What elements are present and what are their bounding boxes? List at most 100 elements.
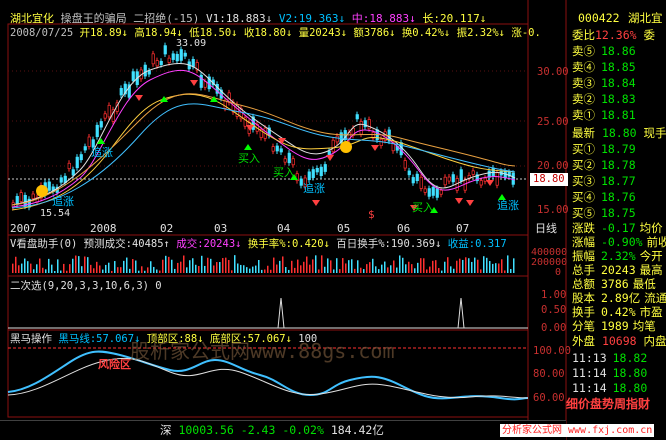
- side-row: 买④ 18.76: [572, 191, 636, 204]
- candle-body: [179, 49, 183, 61]
- indicator-name[interactable]: 操盘王的骗局: [61, 12, 127, 25]
- volume-bar: [219, 262, 221, 273]
- candle-body: [483, 177, 487, 182]
- volume-bar: [234, 255, 236, 273]
- volume-bar: [30, 263, 32, 273]
- volume-bar: [282, 256, 284, 273]
- candle-body: [407, 170, 411, 176]
- side-bottom-tabs[interactable]: 细价盘势周指财: [566, 398, 650, 411]
- volume-bar: [198, 266, 200, 273]
- volume-bar: [237, 263, 239, 273]
- vol-scale: 200000: [531, 257, 568, 268]
- volume-bar: [366, 264, 368, 273]
- candle-body: [163, 45, 167, 55]
- candle-body: [419, 176, 423, 189]
- volume-bar: [240, 264, 242, 273]
- volume-bar: [207, 257, 209, 273]
- quote-amount: 额3786↓: [353, 27, 396, 39]
- candle-body: [59, 177, 63, 183]
- candle-body: [463, 179, 467, 191]
- dollar-marker: $: [368, 208, 375, 221]
- volume-bar: [216, 262, 218, 273]
- volume-bar: [195, 264, 197, 273]
- volume-bar: [312, 259, 314, 273]
- volume-bar: [213, 265, 215, 273]
- volume-bar: [162, 259, 164, 273]
- candle-body: [99, 121, 103, 128]
- volume-bar: [267, 265, 269, 273]
- volume-bar: [126, 257, 128, 273]
- candle-body: [103, 113, 107, 119]
- stat-value: 3786: [601, 277, 629, 291]
- index-name[interactable]: 深: [160, 423, 172, 437]
- volume-bar: [513, 258, 515, 273]
- horse-title[interactable]: 黑马操作: [10, 333, 52, 345]
- signal-buy: 买入: [273, 166, 295, 179]
- volume-bar: [147, 267, 149, 273]
- stat-value: -0.90%: [601, 235, 643, 249]
- second-scale: 0.50: [541, 304, 567, 316]
- horse-scale: 80.00: [533, 368, 565, 380]
- quote-amplitude: 振2.32%↓: [456, 27, 506, 39]
- stock-name[interactable]: 湖北宜化: [10, 12, 54, 25]
- volume-bar: [351, 259, 353, 273]
- volume-bar: [441, 270, 443, 273]
- side-row: 买② 18.78: [572, 159, 636, 172]
- candle-body: [159, 60, 163, 65]
- volume-bar: [57, 259, 59, 273]
- volume-bar: [375, 266, 377, 273]
- side-watermark: 分析家公式网 www.fxj.com.cn: [500, 424, 655, 437]
- volume-bar: [330, 260, 332, 273]
- index-amount: 184.42亿: [330, 423, 384, 437]
- volume-bar: [12, 263, 14, 273]
- volume-title[interactable]: V看盘助手(0): [10, 238, 77, 250]
- volume-bar: [66, 270, 68, 273]
- candle-body: [79, 154, 83, 161]
- candle-body: [327, 150, 331, 155]
- stat-label: 涨幅: [572, 235, 595, 249]
- volume-bar: [360, 267, 362, 273]
- period-label[interactable]: 日线: [535, 222, 557, 235]
- volume-bar: [270, 269, 272, 273]
- stat-label: 总额: [572, 277, 595, 291]
- volume-bar: [225, 257, 227, 273]
- volume-bar: [252, 266, 254, 273]
- second-scale: 1.00: [541, 289, 567, 301]
- candle-body: [415, 173, 419, 182]
- candle-body: [431, 186, 435, 196]
- quote-close: 收18.80↓: [243, 27, 293, 39]
- sell-label: 卖③: [572, 76, 595, 90]
- side-row: 涨幅 -0.90% 前收: [572, 236, 666, 249]
- stock-code[interactable]: 000422: [578, 12, 620, 25]
- volume-bar: [87, 257, 89, 273]
- risk-zone-label: 风险区: [98, 358, 131, 371]
- candle-body: [291, 158, 295, 166]
- candle-body: [275, 145, 279, 152]
- stat-value: 2.32%: [601, 249, 636, 263]
- volume-bar: [303, 261, 305, 273]
- side-row: 卖② 18.83: [572, 93, 636, 106]
- volume-bar: [180, 261, 182, 273]
- buy-price: 18.79: [601, 142, 636, 156]
- volume-bar: [258, 260, 260, 273]
- side-stock-name[interactable]: 湖北宜: [628, 12, 663, 25]
- candle-body: [175, 53, 179, 62]
- volume-bar: [294, 267, 296, 273]
- volume-bar: [456, 260, 458, 273]
- volume-bar: [105, 264, 107, 273]
- stat-right: 今开: [639, 249, 663, 263]
- volume-bar: [117, 267, 119, 273]
- tick-time: 11:13: [572, 351, 607, 365]
- stat-value: 0.42%: [601, 305, 636, 319]
- volume-bar: [273, 257, 275, 273]
- volume-bar: [447, 257, 449, 273]
- quote-volume: 量20243↓: [298, 27, 348, 39]
- volume-bar: [381, 264, 383, 273]
- horse-scale: 100.00: [533, 345, 571, 357]
- second-panel-title[interactable]: 二次选(9,20,3,3,10,6,3) 0: [10, 280, 162, 293]
- x-label: 07: [456, 222, 470, 235]
- latest-price: 18.80: [601, 126, 637, 140]
- volume-bar: [36, 264, 38, 273]
- volume-bar: [138, 270, 140, 273]
- candle-body: [287, 152, 291, 164]
